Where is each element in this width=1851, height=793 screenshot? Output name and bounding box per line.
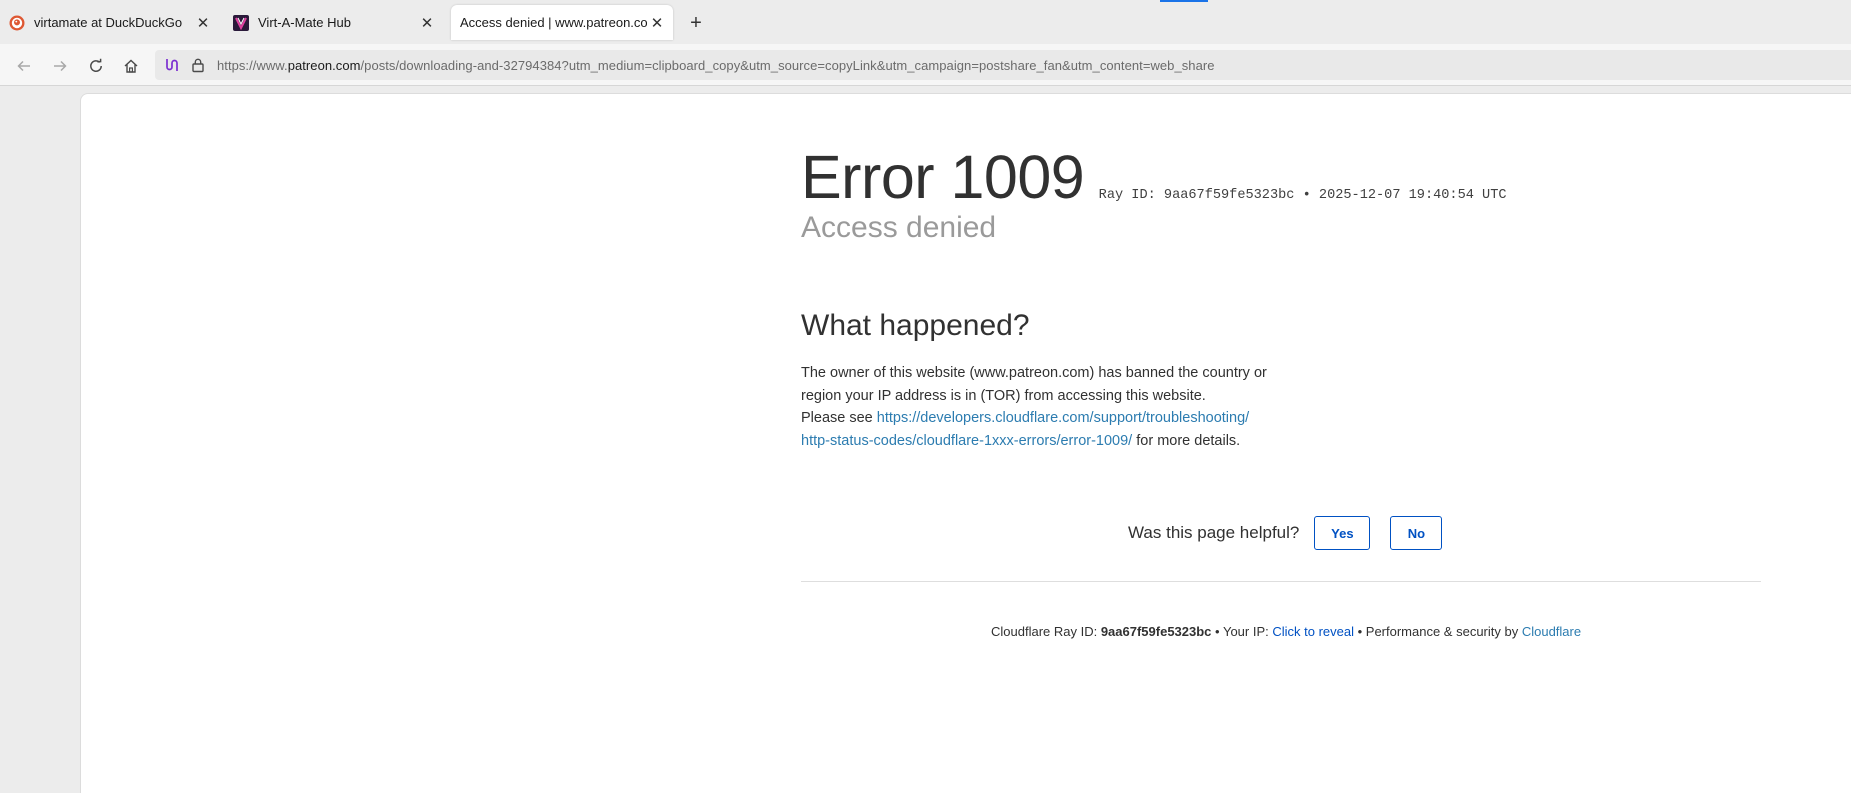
docs-link-line2: http-status-codes/cloudflare-1xxx-errors… <box>801 432 1133 449</box>
error-code-title: Error 1009 <box>801 143 1085 211</box>
feedback-row: Was this page helpful? Yes No <box>1128 516 1462 550</box>
arrow-right-icon <box>54 60 67 72</box>
url-host: patreon.com <box>287 58 361 73</box>
close-tab-icon[interactable]: ✕ <box>647 13 667 33</box>
access-denied-subtitle: Access denied <box>801 211 997 244</box>
see-suffix: for more details. <box>1132 432 1241 449</box>
reload-icon <box>90 58 102 72</box>
docs-link-line1: https://developers.cloudflare.com/suppor… <box>876 410 1250 426</box>
footer-ray-label: Cloudflare Ray ID: <box>991 624 1101 639</box>
footer-ray-id: 9aa67f59fe5323bc <box>1100 624 1212 639</box>
new-tab-button[interactable]: + <box>684 11 708 35</box>
what-happened-heading: What happened? <box>801 309 1030 342</box>
browser-toolbar: https://www.patreon.com/posts/downloadin… <box>0 44 1851 86</box>
home-icon <box>124 59 138 73</box>
address-bar[interactable]: https://www.patreon.com/posts/downloadin… <box>155 50 1851 80</box>
feedback-no-button[interactable]: No <box>1390 516 1443 550</box>
feedback-question: Was this page helpful? <box>1128 523 1300 542</box>
reveal-ip-link[interactable]: Click to reveal <box>1272 624 1354 639</box>
cloudflare-link[interactable]: Cloudflare <box>1522 624 1581 639</box>
vam-hub-icon <box>233 14 249 31</box>
page-content: Error 1009 Ray ID: 9aa67f59fe5323bc • 20… <box>80 93 1851 793</box>
tab-title: virtamate at DuckDuckGo <box>34 15 183 30</box>
tab-title: Virt-A-Mate Hub <box>258 15 351 30</box>
reload-button[interactable] <box>83 53 109 79</box>
url-text[interactable]: https://www.patreon.com/posts/downloadin… <box>217 58 1215 73</box>
tor-circuit-icon[interactable] <box>163 57 179 73</box>
home-button[interactable] <box>118 53 144 79</box>
lock-icon[interactable] <box>190 57 206 73</box>
url-path: /posts/downloading-and-32794384?utm_medi… <box>360 58 1215 73</box>
footer-divider <box>801 581 1761 582</box>
tab-strip: virtamate at DuckDuckGo ✕ Virt-A-Mate Hu… <box>0 0 1851 44</box>
close-tab-icon[interactable]: ✕ <box>417 13 437 33</box>
tab-title: Access denied | www.patreon.com u <box>460 15 647 30</box>
url-prefix: https://www. <box>217 58 288 73</box>
error-header: Error 1009 Ray ID: 9aa67f59fe5323bc • 20… <box>801 142 1507 212</box>
close-tab-icon[interactable]: ✕ <box>193 13 213 33</box>
arrow-left-icon <box>17 60 30 72</box>
tab-duckduckgo[interactable]: virtamate at DuckDuckGo ✕ <box>0 5 219 40</box>
ray-id-line: Ray ID: 9aa67f59fe5323bc • 2025-12-07 19… <box>1098 188 1507 203</box>
back-button[interactable] <box>11 53 37 79</box>
tab-access-denied[interactable]: Access denied | www.patreon.com u ✕ <box>451 5 673 40</box>
forward-button[interactable] <box>47 53 73 79</box>
see-prefix: Please see <box>801 410 877 426</box>
tab-virt-a-mate-hub[interactable]: Virt-A-Mate Hub ✕ <box>224 5 443 40</box>
explanation-text: The owner of this website (www.patreon.c… <box>801 365 1267 404</box>
explanation-paragraph: The owner of this website (www.patreon.c… <box>801 362 1281 452</box>
cloudflare-footer: Cloudflare Ray ID: 9aa67f59fe5323bc • Yo… <box>991 624 1581 639</box>
feedback-yes-button[interactable]: Yes <box>1314 516 1371 550</box>
duckduckgo-icon <box>9 15 25 30</box>
tab-strip-accent <box>1160 0 1208 2</box>
footer-perf-label: • Performance & security by <box>1354 624 1522 639</box>
footer-ip-label: • Your IP: <box>1211 624 1273 639</box>
